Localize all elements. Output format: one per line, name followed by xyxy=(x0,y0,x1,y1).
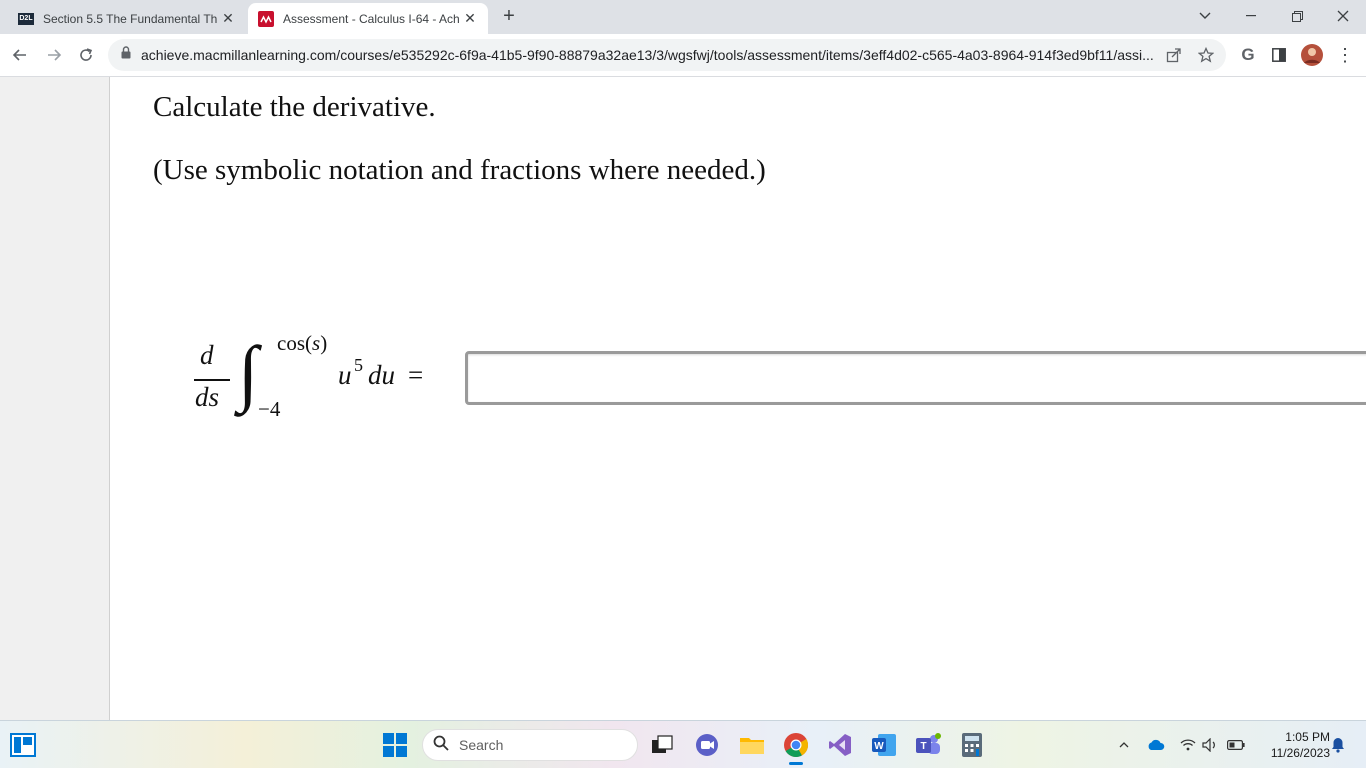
minimize-icon[interactable] xyxy=(1228,0,1274,32)
task-view-icon[interactable] xyxy=(647,730,677,760)
left-gutter xyxy=(0,77,110,720)
teams-icon[interactable]: T xyxy=(913,730,943,760)
question-prompt: Calculate the derivative. xyxy=(153,91,436,123)
integrand-exponent: 5 xyxy=(354,355,363,375)
question-instruction: (Use symbolic notation and fractions whe… xyxy=(153,154,766,186)
browser-tabstrip: D2L Section 5.5 The Fundamental Th ✕ Ass… xyxy=(0,0,1366,34)
integrand-base: u xyxy=(338,360,352,390)
battery-icon[interactable] xyxy=(1226,734,1246,756)
derivative-denominator: ds xyxy=(195,382,220,412)
address-bar[interactable]: achieve.macmillanlearning.com/courses/e5… xyxy=(108,39,1226,71)
reload-icon[interactable] xyxy=(74,43,98,67)
restore-icon[interactable] xyxy=(1274,0,1320,32)
taskbar-clock[interactable]: 1:05 PM 11/26/2023 xyxy=(1254,729,1330,761)
differential: du xyxy=(368,360,395,390)
new-tab-icon[interactable]: + xyxy=(498,5,520,27)
search-icon xyxy=(433,735,449,756)
google-extension-icon[interactable]: G xyxy=(1236,43,1260,67)
share-icon[interactable] xyxy=(1162,43,1186,67)
derivative-numerator: d xyxy=(200,340,214,370)
tab-section-5-5[interactable]: D2L Section 5.5 The Fundamental Th ✕ xyxy=(8,3,246,34)
lock-icon[interactable] xyxy=(121,46,131,64)
tab-title: Assessment - Calculus I-64 - Ach xyxy=(283,11,460,26)
volume-icon[interactable] xyxy=(1200,734,1220,756)
upper-limit: cos(s) xyxy=(277,331,328,355)
close-tab-icon[interactable]: ✕ xyxy=(460,9,480,29)
file-explorer-icon[interactable] xyxy=(737,730,767,760)
visual-studio-icon[interactable] xyxy=(825,730,855,760)
url-text[interactable]: achieve.macmillanlearning.com/courses/e5… xyxy=(141,47,1162,63)
d2l-icon: D2L xyxy=(18,11,34,27)
page-content: Calculate the derivative. (Use symbolic … xyxy=(0,77,1366,720)
notification-bell-icon[interactable] xyxy=(1328,734,1348,756)
clock-time: 1:05 PM xyxy=(1285,730,1330,744)
task-view-widget-icon[interactable] xyxy=(8,730,38,760)
bookmark-star-icon[interactable] xyxy=(1194,43,1218,67)
word-icon[interactable]: W xyxy=(869,730,899,760)
chrome-icon[interactable] xyxy=(781,730,811,765)
macmillan-icon xyxy=(258,10,274,27)
taskbar-search[interactable]: Search xyxy=(422,729,638,761)
integral-sign: ∫ xyxy=(238,332,259,414)
profile-avatar[interactable] xyxy=(1300,43,1324,67)
answer-input-box[interactable] xyxy=(465,351,1366,405)
back-icon[interactable] xyxy=(8,43,32,67)
close-tab-icon[interactable]: ✕ xyxy=(218,9,238,29)
tab-title: Section 5.5 The Fundamental Th xyxy=(43,11,218,26)
side-panel-icon[interactable] xyxy=(1267,43,1291,67)
tab-search-icon[interactable] xyxy=(1182,0,1228,32)
calculator-icon[interactable] xyxy=(957,730,987,760)
chrome-menu-icon[interactable]: ⋮ xyxy=(1333,43,1357,67)
clock-date: 11/26/2023 xyxy=(1270,746,1330,760)
svg-text:T: T xyxy=(920,741,926,752)
equals-sign: = xyxy=(408,360,424,390)
onedrive-icon[interactable] xyxy=(1146,734,1166,756)
close-window-icon[interactable] xyxy=(1320,0,1366,32)
tab-assessment[interactable]: Assessment - Calculus I-64 - Ach ✕ xyxy=(248,3,488,34)
active-app-indicator xyxy=(789,762,803,765)
forward-icon[interactable] xyxy=(42,43,66,67)
answer-field[interactable] xyxy=(468,354,1366,402)
windows-start-icon[interactable] xyxy=(380,730,410,760)
svg-text:W: W xyxy=(874,741,884,752)
wifi-icon[interactable] xyxy=(1178,734,1198,756)
taskbar: Search W T 1:05 PM 11/26/2023 xyxy=(0,720,1366,768)
show-hidden-icons-chevron-icon[interactable] xyxy=(1114,734,1134,756)
browser-toolbar: achieve.macmillanlearning.com/courses/e5… xyxy=(0,34,1366,77)
lower-limit: −4 xyxy=(258,397,281,421)
search-placeholder: Search xyxy=(459,737,504,753)
teams-chat-icon[interactable] xyxy=(692,730,722,760)
fraction-bar xyxy=(194,379,230,381)
